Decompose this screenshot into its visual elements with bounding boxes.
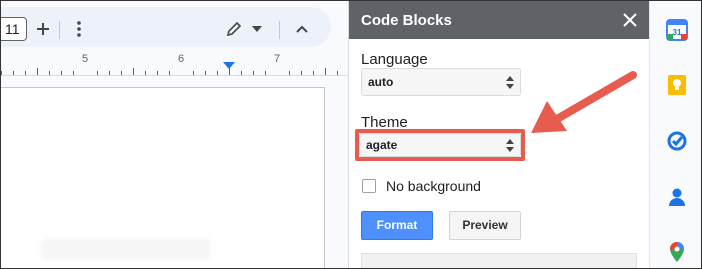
caret-down-icon <box>252 26 262 32</box>
calendar-day: 31 <box>673 28 682 37</box>
preview-button[interactable]: Preview <box>449 211 521 240</box>
language-label: Language <box>361 51 428 68</box>
close-button[interactable] <box>620 10 640 30</box>
docs-toolbar: 11 <box>1 7 331 47</box>
keep-app-button[interactable] <box>666 74 688 96</box>
keep-icon <box>668 75 686 95</box>
blurred-text <box>41 238 211 260</box>
close-icon <box>623 13 637 27</box>
ruler-tick <box>325 68 326 75</box>
hide-menus-button[interactable] <box>289 17 315 41</box>
ruler-number: 7 <box>273 53 281 65</box>
highlight-box <box>355 129 525 161</box>
screen: 11 5 6 7 Code Blocks Language auto Theme… <box>0 0 702 269</box>
pencil-icon <box>226 21 242 37</box>
docs-editor: 11 5 6 7 <box>1 1 348 268</box>
editing-mode-button[interactable] <box>219 17 269 41</box>
no-background-checkbox[interactable] <box>362 179 376 193</box>
ruler-number: 6 <box>177 53 185 65</box>
contacts-icon <box>669 188 685 206</box>
tasks-icon <box>667 131 687 151</box>
language-value: auto <box>368 75 394 89</box>
code-blocks-sidebar: Code Blocks Language auto Theme agate No… <box>348 1 650 268</box>
language-select[interactable]: auto <box>361 68 521 96</box>
ruler-tick <box>133 68 134 75</box>
sidebar-header: Code Blocks <box>349 1 650 39</box>
ruler-tick <box>37 68 38 75</box>
maps-icon <box>670 242 684 262</box>
calendar-icon: 31 <box>666 19 688 41</box>
tasks-app-button[interactable] <box>666 130 688 152</box>
font-size-input[interactable]: 11 <box>1 17 27 41</box>
select-arrows-icon <box>506 76 514 89</box>
ruler-tick <box>229 68 230 75</box>
contacts-app-button[interactable] <box>666 186 688 208</box>
maps-app-button[interactable] <box>666 241 688 263</box>
ruler-ticks <box>1 65 348 75</box>
more-options-button[interactable] <box>67 17 91 41</box>
more-vert-icon <box>77 21 81 37</box>
calendar-app-button[interactable]: 31 <box>666 19 688 41</box>
side-panel-rail: 31 <box>649 1 701 268</box>
document-page[interactable] <box>1 87 325 268</box>
preview-area <box>361 253 637 268</box>
toolbar-divider <box>59 21 60 39</box>
horizontal-ruler[interactable]: 5 6 7 <box>1 53 348 75</box>
no-background-label[interactable]: No background <box>386 178 481 194</box>
increase-font-size-button[interactable] <box>31 17 55 41</box>
ruler-divider <box>1 75 348 76</box>
toolbar-divider <box>279 21 280 39</box>
plus-icon <box>37 23 49 35</box>
indent-marker[interactable] <box>223 62 235 69</box>
chevron-up-icon <box>296 25 308 33</box>
sidebar-title: Code Blocks <box>361 12 452 29</box>
ruler-number: 5 <box>81 53 89 65</box>
format-button[interactable]: Format <box>361 211 433 240</box>
